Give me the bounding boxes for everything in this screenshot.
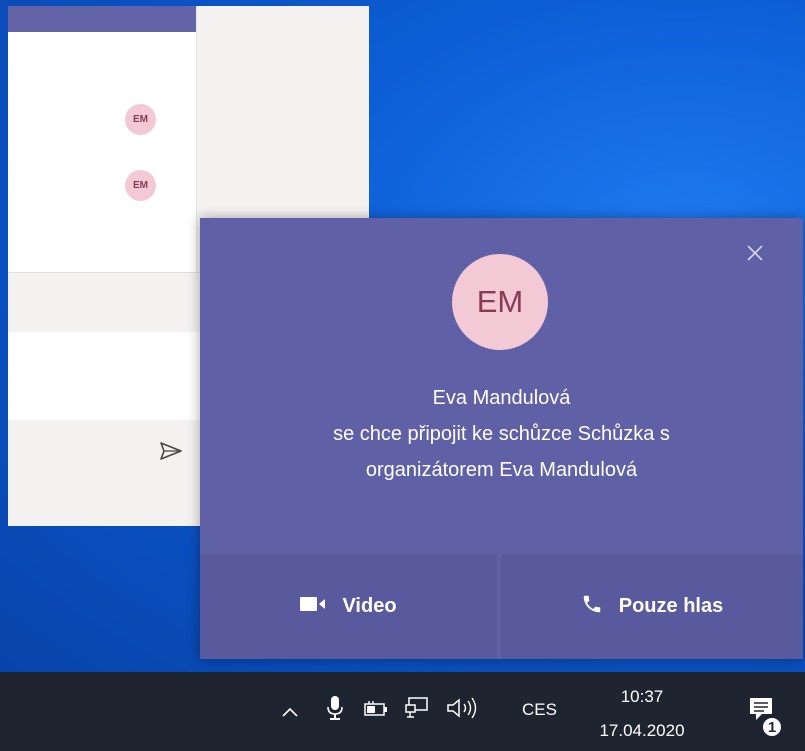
voice-only-label: Pouze hlas — [618, 595, 724, 617]
phone-icon — [581, 593, 603, 621]
clock-time: 10:37 — [620, 687, 664, 706]
send-button[interactable] — [156, 438, 186, 468]
microphone-tray-button[interactable] — [322, 692, 348, 728]
message-line: se chce připojit ke schůzce Schůzka s — [333, 423, 670, 445]
input-language-indicator[interactable]: CES — [522, 700, 557, 720]
send-icon — [160, 442, 182, 464]
caller-avatar: EM — [452, 254, 548, 350]
notification-actions: Video Pouze hlas — [200, 554, 803, 659]
avatar[interactable]: EM — [125, 104, 156, 135]
notification-count-badge: 1 — [761, 716, 783, 738]
show-hidden-icons-button[interactable] — [278, 696, 302, 726]
join-video-button[interactable]: Video — [200, 554, 497, 659]
notification-message: Eva Mandulová se chce připojit ke schůzc… — [240, 380, 763, 488]
network-icon — [405, 697, 429, 723]
action-center-button[interactable]: 1 — [746, 694, 784, 738]
volume-tray-button[interactable] — [442, 694, 490, 726]
speaker-icon — [446, 697, 486, 723]
clock-date: 17.04.2020 — [599, 721, 685, 740]
clock[interactable]: 10:37 17.04.2020 — [582, 680, 702, 748]
battery-tray-button[interactable] — [362, 696, 390, 726]
message-line: organizátorem Eva Mandulová — [365, 459, 638, 481]
incoming-join-notification: EM Eva Mandulová se chce připojit ke sch… — [200, 218, 803, 659]
action-center-icon: 1 — [748, 696, 783, 738]
close-icon — [746, 244, 764, 266]
battery-icon — [364, 701, 388, 721]
video-label: Video — [342, 595, 397, 617]
taskbar: CES 10:37 17.04.2020 1 — [0, 672, 805, 751]
close-button[interactable] — [740, 240, 770, 270]
caller-name: Eva Mandulová — [432, 387, 571, 409]
window-header-bar — [8, 6, 196, 32]
join-audio-only-button[interactable]: Pouze hlas — [501, 554, 803, 659]
chevron-up-icon — [282, 702, 298, 721]
avatar[interactable]: EM — [125, 170, 156, 201]
network-tray-button[interactable] — [402, 694, 432, 726]
video-camera-icon — [300, 595, 326, 618]
chat-list-panel — [8, 32, 196, 273]
microphone-icon — [327, 695, 343, 725]
